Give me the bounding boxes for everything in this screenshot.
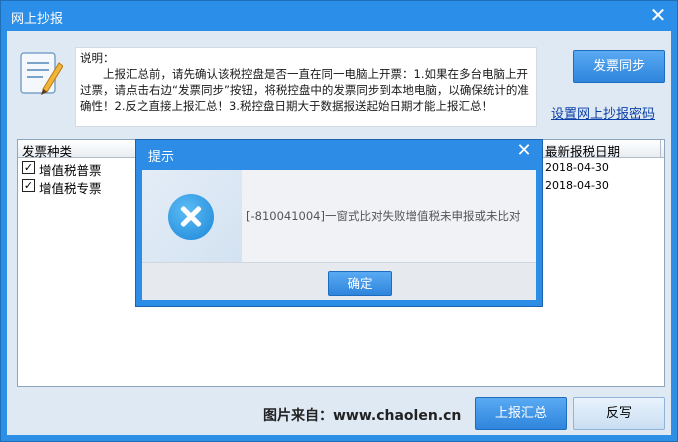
column-header-latest-date[interactable]: 最新报税日期 <box>545 141 620 160</box>
latest-date-cell: 2018-04-30 <box>545 179 609 192</box>
column-divider[interactable] <box>660 140 661 158</box>
row-checkbox[interactable]: ✓ <box>22 179 35 192</box>
instructions-body: 上报汇总前，请先确认该税控盘是否一直在同一电脑上开票：1.如果在多台电脑上开过票… <box>80 67 529 113</box>
dialog-title: 提示 <box>148 150 175 165</box>
instructions-heading: 说明： <box>80 51 115 65</box>
submit-summary-button[interactable]: 上报汇总 <box>475 397 567 430</box>
set-password-link[interactable]: 设置网上抄报密码 <box>551 103 655 122</box>
sync-invoices-button[interactable]: 发票同步 <box>573 50 665 83</box>
dialog-close-icon[interactable]: ✕ <box>514 141 534 161</box>
dialog-icon-panel <box>142 170 242 262</box>
invoice-type-cell: 增值税专票 <box>39 181 102 196</box>
window-title: 网上抄报 <box>11 12 64 27</box>
main-window: 网上抄报 ✕ 说明： 上报汇总前，请先确认该税控盘是否一直在同一电脑上开票：1.… <box>0 0 678 442</box>
error-icon <box>168 194 214 240</box>
writeback-button[interactable]: 反写 <box>573 397 665 430</box>
row-checkbox[interactable]: ✓ <box>22 161 35 174</box>
notepad-icon <box>20 52 63 95</box>
alert-dialog: 提示 ✕ [-810041004]一窗式比对失败增值税未申报或未比对 确定 <box>135 139 543 307</box>
ok-button[interactable]: 确定 <box>328 271 392 296</box>
column-header-type[interactable]: 发票种类 <box>22 141 72 160</box>
close-icon[interactable]: ✕ <box>647 4 669 26</box>
watermark-text: 图片来自：www.chaolen.cn <box>263 408 462 424</box>
latest-date-cell: 2018-04-30 <box>545 161 609 174</box>
dialog-message: [-810041004]一窗式比对失败增值税未申报或未比对 <box>246 209 521 223</box>
dialog-body: [-810041004]一窗式比对失败增值税未申报或未比对 确定 <box>142 170 536 300</box>
instructions-box: 说明： 上报汇总前，请先确认该税控盘是否一直在同一电脑上开票：1.如果在多台电脑… <box>75 47 537 127</box>
title-bar: 网上抄报 ✕ <box>1 1 677 31</box>
dialog-footer: 确定 <box>142 262 536 300</box>
